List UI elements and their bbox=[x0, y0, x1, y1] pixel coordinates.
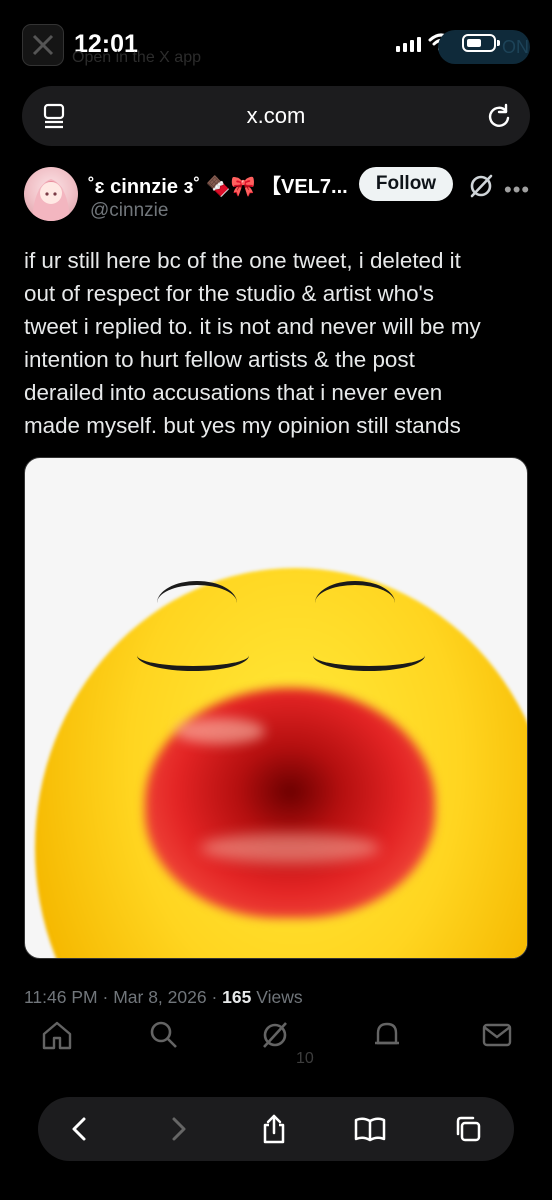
pill-label: ON bbox=[502, 37, 529, 57]
more-options-icon[interactable]: ••• bbox=[504, 177, 530, 203]
tweet-line: tweet i replied to. it is not and never … bbox=[24, 314, 481, 339]
left-eyebrow bbox=[157, 581, 237, 625]
battery-icon bbox=[462, 34, 500, 52]
bookmarks-button[interactable] bbox=[352, 1111, 388, 1147]
status-bar: 12:01 Open in the X app ON bbox=[0, 0, 552, 80]
x-app-icon[interactable] bbox=[22, 24, 64, 66]
lip-highlight bbox=[175, 718, 265, 744]
tweet-meta: 11:46 PM · Mar 8, 2026 · 165 Views bbox=[24, 987, 303, 1008]
notifications-icon[interactable] bbox=[370, 1018, 404, 1052]
forward-button[interactable] bbox=[160, 1111, 196, 1147]
right-eye bbox=[313, 640, 425, 671]
open-in-app-hint[interactable]: Open in the X app bbox=[72, 49, 201, 67]
lip-highlight bbox=[200, 833, 380, 863]
views-count: 165 bbox=[222, 987, 252, 1007]
home-icon[interactable] bbox=[40, 1018, 74, 1052]
forward-icon bbox=[172, 1117, 186, 1141]
like-count: 10 bbox=[296, 1050, 314, 1067]
user-handle[interactable]: @cinnzie bbox=[90, 200, 168, 222]
tweet-line: derailed into accusations that i never e… bbox=[24, 380, 443, 405]
left-eye bbox=[137, 640, 249, 671]
views-label: Views bbox=[256, 987, 303, 1007]
tweet-line: if ur still here bc of the one tweet, i … bbox=[24, 248, 461, 273]
tweet-date[interactable]: Mar 8, 2026 bbox=[113, 987, 206, 1007]
right-eyebrow bbox=[315, 581, 395, 625]
share-button[interactable] bbox=[256, 1111, 292, 1147]
tabs-button[interactable] bbox=[450, 1111, 486, 1147]
url-text[interactable]: x.com bbox=[22, 103, 530, 129]
tweet-text: if ur still here bc of the one tweet, i … bbox=[24, 244, 530, 442]
tweet-image[interactable] bbox=[24, 457, 528, 959]
tweet-line: intention to hurt fellow artists & the p… bbox=[24, 347, 415, 372]
separator: · bbox=[102, 987, 114, 1007]
back-button[interactable] bbox=[62, 1111, 98, 1147]
cellular-signal-icon bbox=[396, 36, 421, 52]
back-icon bbox=[72, 1117, 86, 1141]
tabs-icon bbox=[456, 1116, 481, 1142]
display-name[interactable]: ˚ɛ cinnzie ɜ˚ 🍫🎀 【VEL7... bbox=[88, 170, 348, 199]
grok-icon[interactable] bbox=[468, 173, 494, 199]
address-bar[interactable]: x.com bbox=[22, 86, 530, 146]
browser-toolbar bbox=[38, 1097, 514, 1161]
avatar[interactable] bbox=[24, 167, 78, 221]
tweet-line: out of respect for the studio & artist w… bbox=[24, 281, 434, 306]
follow-button[interactable]: Follow bbox=[359, 167, 453, 201]
search-icon[interactable] bbox=[146, 1018, 180, 1052]
bookmarks-icon bbox=[354, 1117, 386, 1142]
tweet-time[interactable]: 11:46 PM bbox=[24, 987, 98, 1007]
messages-icon[interactable] bbox=[480, 1018, 514, 1052]
x-tab-bar: 10 bbox=[0, 1018, 552, 1078]
tweet-line: made myself. but yes my opinion still st… bbox=[24, 413, 461, 438]
share-icon bbox=[263, 1114, 285, 1144]
grok-tab-icon[interactable] bbox=[258, 1018, 292, 1052]
reload-icon[interactable] bbox=[486, 102, 512, 130]
separator: · bbox=[211, 987, 223, 1007]
